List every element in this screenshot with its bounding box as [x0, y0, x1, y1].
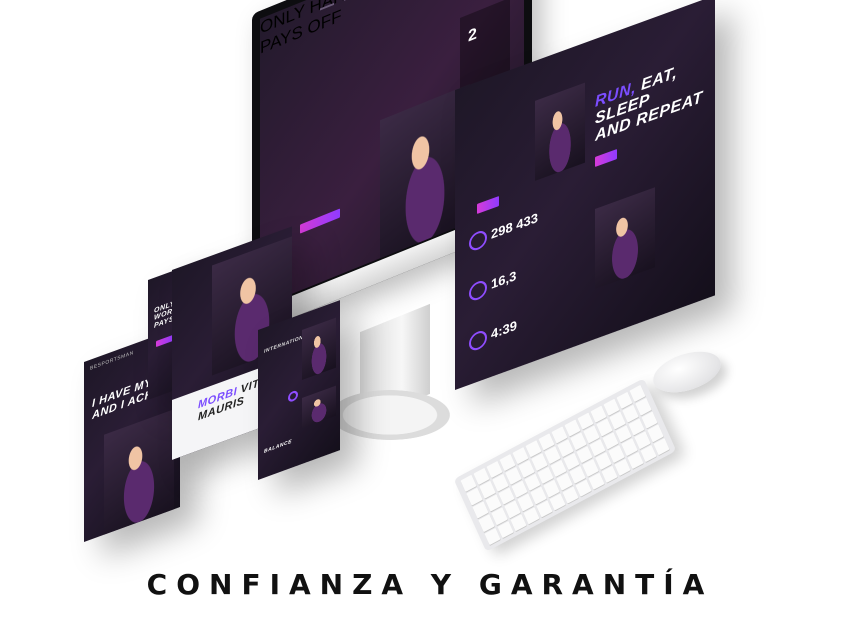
athlete-photo-2: [595, 187, 655, 290]
stat-ring-icon: [469, 228, 487, 253]
mouse: [648, 344, 726, 400]
phone-front-photo: [302, 317, 336, 380]
mockup-stage: ONLY HARD WORK PAYS OFF 2 RUN, EAT, SLEE…: [0, 0, 860, 620]
stat-value-3: 4:39: [491, 317, 518, 342]
trainer-photo: [104, 409, 174, 535]
monitor-base: [330, 390, 450, 440]
middle-headline: MORBI VITA MAURIS: [198, 374, 267, 423]
hero-cta-button[interactable]: [300, 208, 340, 234]
phone-mockup-front: INTERNATIONAL SPORTS BALANCE: [258, 300, 340, 480]
right-headline: RUN, EAT, SLEEP AND REPEAT: [595, 51, 715, 145]
left-cta-button[interactable]: [477, 195, 499, 214]
left-brand-logo: BESPORTSMAN: [90, 349, 134, 372]
phone-front-photo-2: [302, 385, 336, 428]
stat-ring-icon: [469, 328, 487, 353]
key: [653, 437, 670, 456]
runner-photo: [535, 82, 585, 181]
stat-value-2: 16,3: [491, 267, 517, 292]
phone-front-bottom-label: BALANCE: [264, 438, 292, 455]
caption-title: CONFIANZA Y GARANTÍA: [146, 568, 714, 601]
right-cta-button[interactable]: [595, 149, 617, 168]
stat-value-1: 298 433: [491, 209, 538, 242]
left-headline: I HAVE MY AND I ACH: [92, 376, 153, 422]
phone-front-ring-icon: [288, 389, 298, 404]
stat-ring-icon: [469, 278, 487, 303]
side-stat-value: 2: [468, 25, 477, 46]
keyboard: [453, 378, 677, 552]
